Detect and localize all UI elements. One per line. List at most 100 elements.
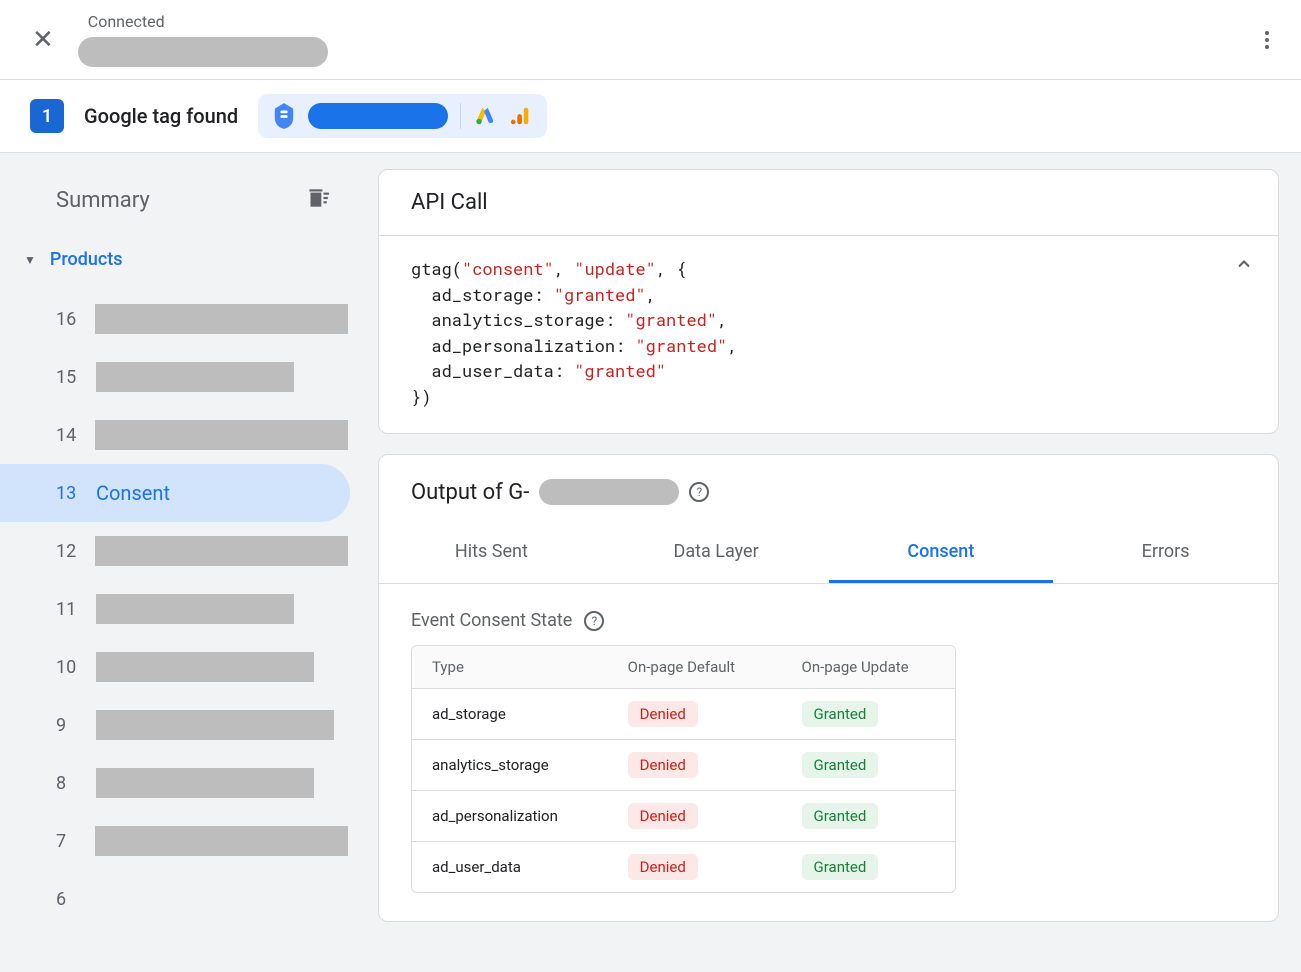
gtag-icon	[272, 102, 296, 130]
event-number: 8	[56, 773, 82, 794]
status-badge: Granted	[802, 752, 879, 778]
table-header: Type	[412, 646, 608, 689]
summary-label: Summary	[56, 188, 150, 213]
tab-consent[interactable]: Consent	[829, 523, 1054, 583]
table-row: ad_personalization Denied Granted	[412, 791, 955, 842]
consent-default: Denied	[608, 740, 782, 791]
table-row: ad_storage Denied Granted	[412, 689, 955, 740]
tag-count-badge: 1	[30, 99, 64, 133]
api-call-code: gtag("consent", "update", { ad_storage: …	[379, 236, 1278, 433]
help-icon[interactable]: ?	[689, 482, 709, 502]
consent-update: Granted	[782, 740, 955, 791]
status-badge: Denied	[628, 701, 698, 727]
consent-type: ad_personalization	[412, 791, 608, 842]
consent-update: Granted	[782, 689, 955, 740]
output-header: Output of G- ?	[379, 455, 1278, 505]
event-number: 12	[56, 541, 81, 562]
tab-errors[interactable]: Errors	[1053, 523, 1278, 583]
main: Summary ▼ Products 16151413Consent121110…	[0, 153, 1301, 972]
google-analytics-icon	[509, 102, 533, 130]
consent-section-title: Event Consent State ?	[379, 584, 1278, 645]
event-item[interactable]: 14	[0, 406, 360, 464]
status-badge: Denied	[628, 854, 698, 880]
event-name-masked	[96, 768, 314, 798]
products-section-header[interactable]: ▼ Products	[0, 239, 360, 280]
event-list: 16 15 14 13Consent 12 11 10 9 8 7 6	[0, 290, 360, 928]
event-name-masked	[96, 652, 314, 682]
subbar: 1 Google tag found	[0, 80, 1301, 153]
consent-table: TypeOn-page DefaultOn-page Update ad_sto…	[411, 645, 956, 893]
event-name-masked	[96, 710, 334, 740]
event-name-masked	[96, 362, 294, 392]
output-prefix: Output of G-	[411, 480, 529, 505]
status-badge: Granted	[802, 701, 879, 727]
api-call-card: API Call gtag("consent", "update", { ad_…	[378, 169, 1279, 434]
tab-data-layer[interactable]: Data Layer	[604, 523, 829, 583]
consent-section-label: Event Consent State	[411, 610, 572, 631]
event-name-masked	[95, 536, 348, 566]
status-badge: Denied	[628, 752, 698, 778]
output-tabs: Hits SentData LayerConsentErrors	[379, 523, 1278, 584]
subbar-title: Google tag found	[84, 104, 238, 128]
table-header: On-page Default	[608, 646, 782, 689]
google-ads-icon	[473, 102, 497, 130]
event-item[interactable]: 11	[0, 580, 360, 638]
caret-down-icon: ▼	[24, 253, 36, 267]
output-card: Output of G- ? Hits SentData LayerConsen…	[378, 454, 1279, 922]
summary-row[interactable]: Summary	[0, 177, 360, 239]
more-menu-icon[interactable]	[1257, 23, 1277, 57]
content: API Call gtag("consent", "update", { ad_…	[360, 153, 1301, 972]
event-item[interactable]: 15	[0, 348, 360, 406]
sidebar: Summary ▼ Products 16 15 14 13Consent 12 11 10…	[0, 153, 360, 972]
event-item[interactable]: 9	[0, 696, 360, 754]
connection-url-masked	[78, 37, 328, 67]
status-badge: Granted	[802, 803, 879, 829]
chip-divider	[460, 103, 461, 129]
event-number: 10	[56, 657, 82, 678]
event-item[interactable]: 7	[0, 812, 360, 870]
event-number: 6	[56, 889, 82, 910]
measurement-id-masked	[539, 479, 679, 505]
event-item[interactable]: 16	[0, 290, 360, 348]
consent-default: Denied	[608, 791, 782, 842]
event-number: 16	[56, 309, 81, 330]
consent-type: ad_user_data	[412, 842, 608, 892]
connected-label: Connected	[88, 12, 328, 31]
consent-type: analytics_storage	[412, 740, 608, 791]
clear-all-icon[interactable]	[304, 185, 330, 215]
tag-id-masked	[308, 103, 448, 129]
event-item[interactable]: 8	[0, 754, 360, 812]
consent-default: Denied	[608, 842, 782, 892]
event-number: 15	[56, 367, 82, 388]
table-row: ad_user_data Denied Granted	[412, 842, 955, 892]
event-number: 13	[56, 483, 82, 504]
table-row: analytics_storage Denied Granted	[412, 740, 955, 791]
event-number: 14	[56, 425, 81, 446]
status-badge: Denied	[628, 803, 698, 829]
event-number: 9	[56, 715, 82, 736]
topbar: ✕ Connected	[0, 0, 1301, 80]
event-name-masked	[96, 594, 294, 624]
event-item[interactable]: 10	[0, 638, 360, 696]
tag-chip[interactable]	[258, 94, 547, 138]
tab-hits-sent[interactable]: Hits Sent	[379, 523, 604, 583]
connection-info: Connected	[78, 12, 328, 67]
close-icon[interactable]: ✕	[32, 27, 54, 53]
event-number: 11	[56, 599, 82, 620]
collapse-icon[interactable]	[1234, 254, 1254, 281]
api-call-title: API Call	[379, 170, 1278, 236]
event-item-consent[interactable]: 13Consent	[0, 464, 350, 522]
event-item[interactable]: 12	[0, 522, 360, 580]
table-header: On-page Update	[782, 646, 955, 689]
event-item[interactable]: 6	[0, 870, 360, 928]
event-name-masked	[95, 826, 348, 856]
event-name-masked	[95, 420, 348, 450]
consent-default: Denied	[608, 689, 782, 740]
products-label: Products	[50, 249, 123, 270]
status-badge: Granted	[802, 854, 879, 880]
consent-type: ad_storage	[412, 689, 608, 740]
consent-update: Granted	[782, 842, 955, 892]
event-name-masked	[95, 304, 348, 334]
help-icon[interactable]: ?	[584, 611, 604, 631]
consent-update: Granted	[782, 791, 955, 842]
